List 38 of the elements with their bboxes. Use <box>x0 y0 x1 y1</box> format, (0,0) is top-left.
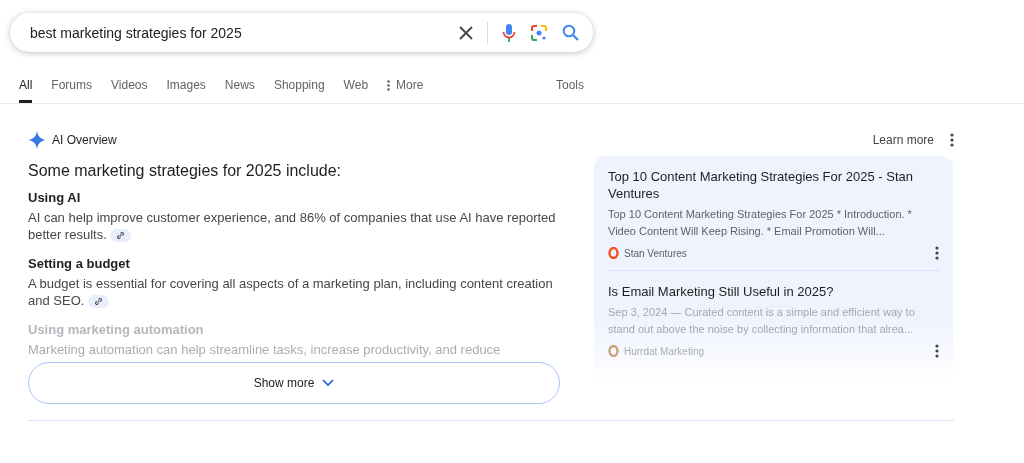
strategy-heading: Setting a budget <box>28 256 131 271</box>
source-snippet: Top 10 Content Marketing Strategies For 2025 * Introduction. * Video Content Will Keep Rising. * Email Promotion Will... <box>608 207 913 239</box>
source-snippet: Sep 3, 2024 — Curated content is a simple and efficient way to stand out above the noise by collecting information that alrea... <box>608 305 916 337</box>
ai-overview-title: AI Overview <box>52 133 117 147</box>
chevron-down-icon <box>322 379 335 387</box>
search-icon[interactable] <box>562 24 579 41</box>
nav-tab[interactable]: Images <box>166 72 206 103</box>
tools-link[interactable]: Tools <box>556 72 584 103</box>
strategy-text: AI can help improve customer experience, and 86% of companies that use AI have reported better results. <box>28 209 557 243</box>
microphone-icon[interactable] <box>502 22 516 43</box>
link-chip-icon[interactable] <box>110 229 132 243</box>
more-options-icon[interactable] <box>950 133 954 147</box>
source-title[interactable]: Is Email Marketing Still Useful in 2025? <box>608 283 939 300</box>
nav-tab[interactable]: Videos <box>111 72 148 103</box>
show-more-button[interactable]: Show more <box>28 362 560 404</box>
learn-more-link[interactable]: Learn more <box>872 133 934 147</box>
source-title[interactable]: Top 10 Content Marketing Strategies For 2025 - Stan Ventures <box>608 168 939 202</box>
search-input[interactable]: best marketing strategies for 2025 <box>28 23 459 42</box>
source-site: Hurrdat Marketing <box>624 345 705 357</box>
sparkle-icon <box>28 131 46 149</box>
nav-tab[interactable]: Shopping <box>273 72 325 103</box>
link-chip-icon[interactable] <box>88 295 109 309</box>
nav-tab[interactable]: News <box>224 72 255 103</box>
nav-tab[interactable]: Forums <box>51 72 92 103</box>
more-vertical-icon <box>387 79 391 91</box>
more-options-icon[interactable] <box>935 344 939 358</box>
camera-icon[interactable] <box>530 23 548 42</box>
source-site: Stan Ventures <box>624 247 687 259</box>
close-icon[interactable] <box>459 25 473 40</box>
overview-intro: Some marketing strategies for 2025 include: <box>28 162 343 180</box>
nav-tab[interactable]: More <box>387 72 424 103</box>
strategy-heading: Using marketing automation <box>28 322 205 337</box>
nav-tab[interactable]: All <box>19 72 33 103</box>
strategy-heading: Using AI <box>28 190 82 205</box>
strategy-text: A budget is essential for covering all aspects of a marketing plan, including content creation and SEO. <box>28 275 554 309</box>
strategy-text: Marketing automation can help streamline tasks, increase productivity, and reduce <box>28 341 502 358</box>
nav-tab[interactable]: Web <box>343 72 369 103</box>
more-options-icon[interactable] <box>935 246 939 260</box>
